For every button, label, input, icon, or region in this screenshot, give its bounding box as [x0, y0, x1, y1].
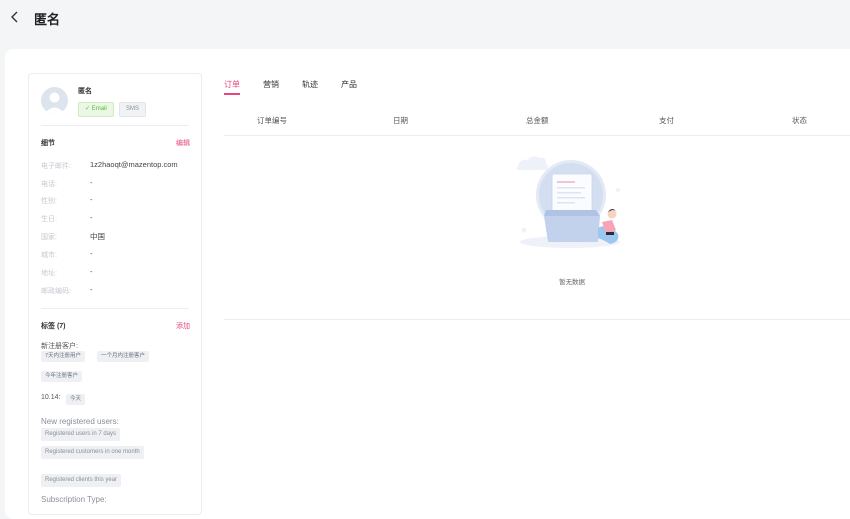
- tag-chip[interactable]: 今天: [66, 394, 86, 405]
- birthday-label: 生日:: [41, 216, 57, 223]
- zipcode-value: -: [90, 285, 93, 294]
- tag-chip[interactable]: 一个月内注册客户: [97, 351, 150, 362]
- chevron-left-icon[interactable]: [8, 10, 22, 24]
- tag-chip[interactable]: 今年注册客户: [41, 371, 83, 382]
- tags-title: 标签 (7): [41, 323, 66, 330]
- table-header-divider: [224, 135, 850, 136]
- birthday-value: -: [90, 213, 93, 222]
- divider: [41, 125, 189, 126]
- country-label: 国家:: [41, 234, 57, 241]
- city-value: -: [90, 249, 93, 258]
- tag-group-title: New registered users:: [41, 417, 119, 426]
- phone-value: -: [90, 178, 93, 187]
- email-value: 1z2haoqt@mazentop.com: [90, 160, 178, 169]
- column-header-total: 总金额: [526, 116, 549, 125]
- tag-chip[interactable]: 7天内注册用户: [41, 351, 86, 362]
- tab-orders[interactable]: 订单: [224, 79, 240, 90]
- empty-state-text: 暂无数据: [559, 279, 585, 286]
- column-header-order-number: 订单编号: [257, 116, 287, 125]
- address-value: -: [90, 267, 93, 276]
- tag-chip[interactable]: Registered users in 7 days: [41, 428, 121, 441]
- customer-sidebar: 匿名 ✓ Email SMS 细节 编辑 电子邮件: 1z2haoqt@maze…: [28, 73, 202, 515]
- avatar: [41, 87, 68, 114]
- active-tab-indicator: [224, 93, 240, 95]
- page-title: 匿名: [34, 12, 61, 27]
- tag-chip[interactable]: Registered customers in one month: [41, 446, 144, 459]
- table-bottom-divider: [224, 319, 850, 320]
- gender-label: 性别:: [41, 198, 57, 205]
- user-icon: [44, 92, 65, 114]
- column-header-payment: 支付: [659, 116, 674, 125]
- page-header: 匿名: [0, 0, 850, 36]
- empty-state-illustration: [516, 156, 620, 248]
- column-header-status: 状态: [792, 116, 807, 125]
- tag-group-title: 10.14:: [41, 394, 61, 401]
- add-tag-link[interactable]: 添加: [176, 321, 190, 331]
- tab-trajectory[interactable]: 轨迹: [302, 79, 318, 90]
- address-label: 地址:: [41, 270, 57, 277]
- email-label: 电子邮件:: [41, 163, 71, 170]
- phone-label: 电话:: [41, 181, 57, 188]
- gender-value: -: [90, 195, 93, 204]
- sms-channel-badge: SMS: [119, 102, 147, 117]
- tag-group-title: 新注册客户:: [41, 343, 78, 350]
- edit-details-link[interactable]: 编辑: [176, 138, 190, 148]
- tab-marketing[interactable]: 营销: [263, 79, 279, 90]
- tag-chip[interactable]: Registered clients this year: [41, 474, 122, 487]
- details-title: 细节: [41, 140, 55, 147]
- city-label: 城市:: [41, 252, 57, 259]
- customer-name: 匿名: [78, 88, 92, 95]
- email-channel-badge: ✓ Email: [78, 102, 114, 117]
- column-header-date: 日期: [393, 116, 408, 125]
- zipcode-label: 邮政编码:: [41, 288, 71, 295]
- divider: [41, 308, 189, 309]
- tab-products[interactable]: 产品: [341, 79, 357, 90]
- country-value: 中国: [90, 232, 105, 241]
